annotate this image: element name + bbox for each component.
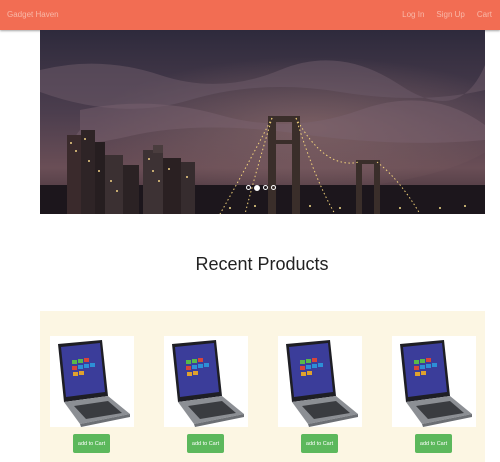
nav-link-signup[interactable]: Sign Up bbox=[436, 10, 464, 19]
add-to-cart-button[interactable]: add to Cart bbox=[415, 434, 452, 453]
add-to-cart-button[interactable]: add to Cart bbox=[187, 434, 224, 453]
product-card: add to Cart bbox=[392, 336, 476, 453]
brand-link[interactable]: Gadget Haven bbox=[7, 10, 59, 19]
laptop-image[interactable] bbox=[164, 336, 248, 427]
carousel-dot-2[interactable] bbox=[254, 184, 260, 191]
product-card: add to Cart bbox=[50, 336, 134, 453]
carousel-dot-3[interactable] bbox=[263, 185, 268, 190]
add-to-cart-button[interactable]: add to Cart bbox=[301, 434, 338, 453]
laptop-image[interactable] bbox=[278, 336, 362, 427]
product-card: add to Cart bbox=[164, 336, 248, 453]
carousel-dot-4[interactable] bbox=[271, 185, 276, 190]
product-grid: add to Cart add to Cart add to Cart add … bbox=[40, 311, 485, 462]
add-to-cart-button[interactable]: add to Cart bbox=[73, 434, 110, 453]
section-title: Recent Products bbox=[195, 254, 329, 274]
hero-carousel[interactable] bbox=[40, 30, 485, 214]
nav-links: Log In Sign Up Cart bbox=[402, 10, 492, 19]
carousel-dot-1[interactable] bbox=[246, 185, 251, 190]
laptop-image[interactable] bbox=[392, 336, 476, 427]
nav-link-login[interactable]: Log In bbox=[402, 10, 424, 19]
carousel-indicators bbox=[246, 184, 276, 191]
laptop-image[interactable] bbox=[50, 336, 134, 427]
product-card: add to Cart bbox=[278, 336, 362, 453]
nav-link-cart[interactable]: Cart bbox=[477, 10, 492, 19]
top-navbar: Gadget Haven Log In Sign Up Cart bbox=[0, 0, 500, 30]
